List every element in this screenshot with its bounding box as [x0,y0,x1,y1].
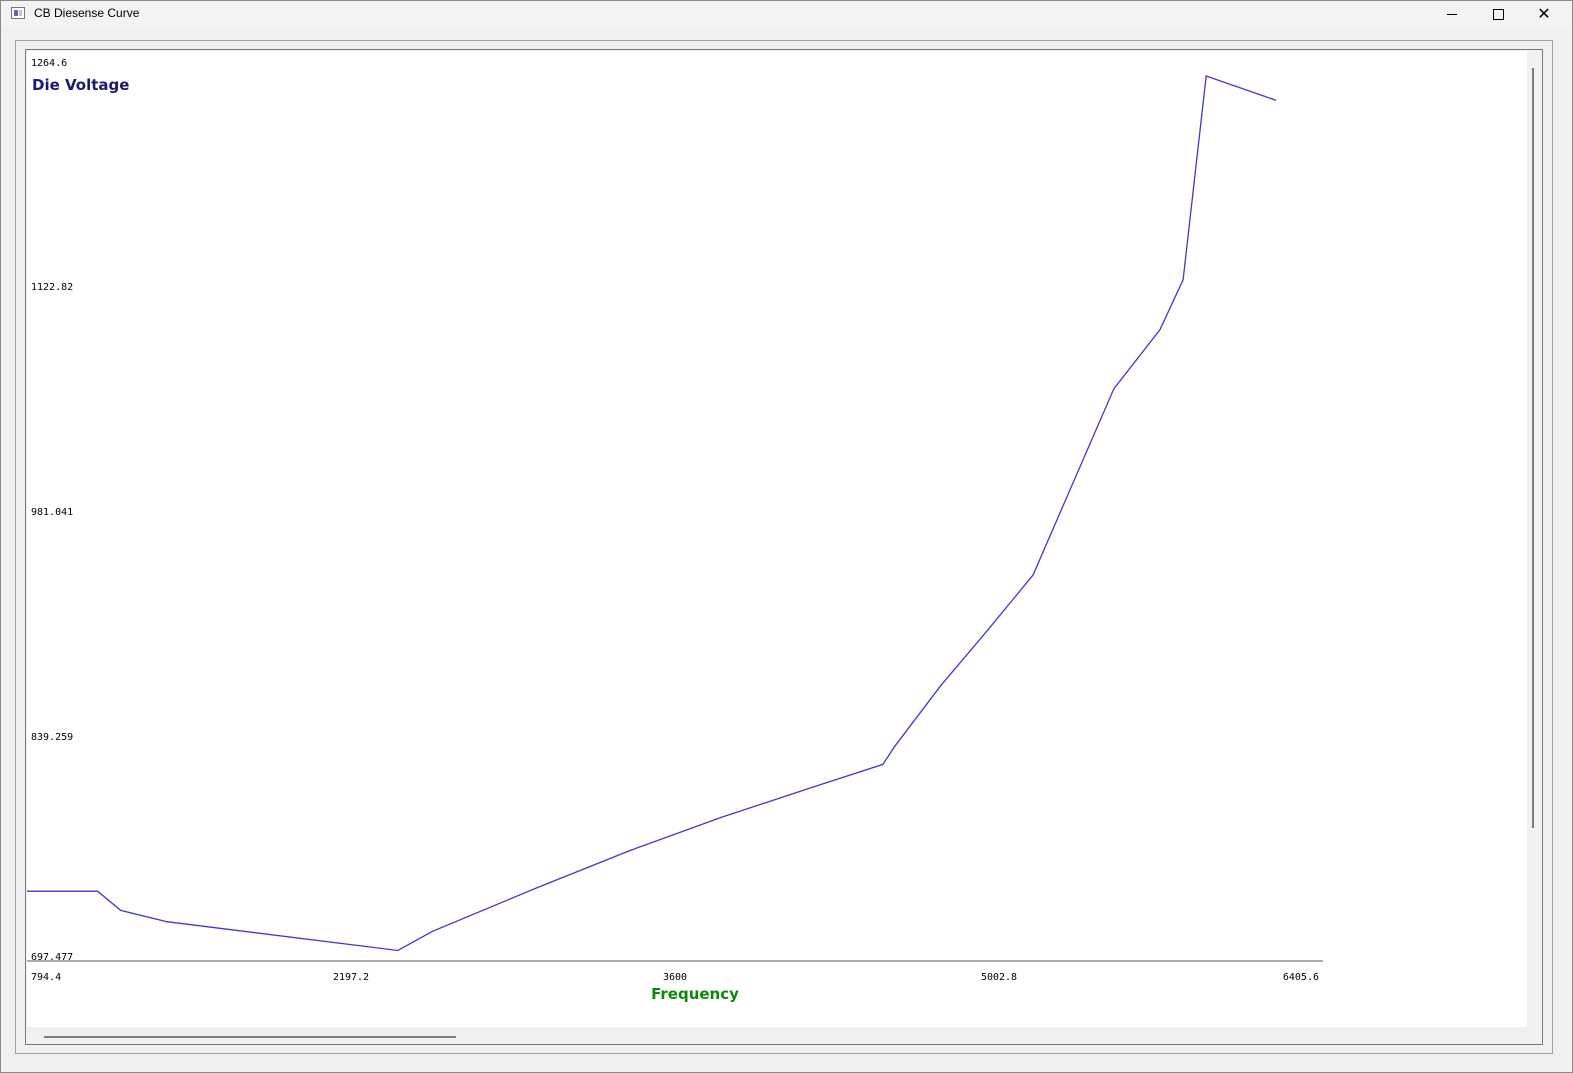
horizontal-scroll-thumb[interactable] [44,1036,456,1038]
data-point [96,890,99,892]
data-point [986,630,988,632]
minimize-icon [1447,13,1457,15]
data-point [166,921,168,923]
data-point [1032,574,1034,576]
line-chart: 1264.6 1122.82 981.041 839.259 697.477 794.4 2… [26,58,1323,1003]
data-point [1159,328,1161,331]
y-tick-label: 1264.6 [31,58,67,69]
data-point [431,930,434,932]
data-point [1113,388,1115,390]
data-point [882,763,884,766]
vertical-scrollbar[interactable] [1530,68,1536,828]
x-tick-label: 794.4 [31,972,61,983]
scroll-corner [1526,1028,1542,1044]
chart-canvas: 1264.6 1122.82 981.041 839.259 697.477 794.4 2… [26,51,1527,1027]
y-axis-title: Die Voltage [32,76,129,94]
data-point [535,887,538,889]
data-point [893,746,896,748]
chart-frame: 1264.6 1122.82 981.041 839.259 697.477 794.4 2… [15,40,1553,1054]
chart-viewport: 1264.6 1122.82 981.041 839.259 697.477 794.4 2… [25,49,1543,1045]
data-point [120,909,122,912]
title-bar[interactable]: CB Diesense Curve ✕ [1,1,1572,29]
x-tick-label: 6405.6 [1283,972,1319,983]
data-point [1205,75,1207,77]
vertical-scroll-thumb[interactable] [1532,68,1534,828]
data-point [628,850,630,852]
minimize-button[interactable] [1429,1,1475,27]
data-point [397,949,399,952]
data-point [940,685,942,687]
x-tick-label: 5002.8 [981,972,1017,983]
data-point [720,816,722,818]
maximize-icon [1492,8,1504,20]
app-window: CB Diesense Curve ✕ 1264.6 1122.82 981.041… [0,0,1573,1073]
series-line [27,75,1276,952]
x-axis-title: Frequency [651,985,739,1003]
window-title: CB Diesense Curve [34,6,140,20]
y-tick-label: 697.477 [31,952,73,963]
data-point [1182,279,1184,281]
x-tick-label: 2197.2 [333,972,369,983]
y-tick-label: 839.259 [31,732,73,743]
x-tick-label: 3600 [663,972,687,983]
horizontal-scrollbar[interactable] [44,1034,464,1040]
close-button[interactable]: ✕ [1521,1,1567,27]
close-icon: ✕ [1537,4,1551,23]
y-tick-label: 981.041 [31,507,73,518]
y-tick-label: 1122.82 [31,282,73,293]
maximize-button[interactable] [1475,1,1521,27]
data-point [1274,99,1277,101]
data-point [812,786,815,788]
app-icon [11,7,25,19]
